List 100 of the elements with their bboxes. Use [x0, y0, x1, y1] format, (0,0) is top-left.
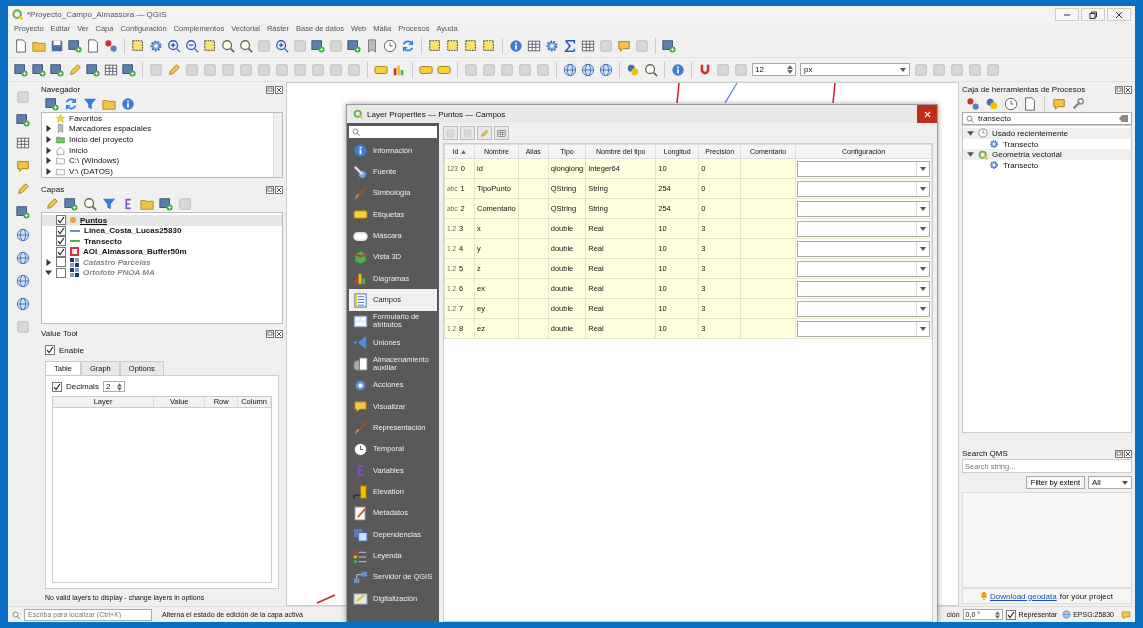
browser-item[interactable]: Favoritos — [69, 113, 102, 123]
close-icon[interactable] — [1115, 10, 1123, 19]
caret-icon[interactable] — [920, 246, 926, 251]
checkbox[interactable] — [1005, 609, 1016, 620]
restore-button[interactable] — [1081, 8, 1105, 21]
star-icon[interactable] — [56, 113, 65, 123]
globe-icon[interactable] — [16, 297, 30, 311]
layer-add-icon[interactable] — [45, 96, 59, 111]
float-icon[interactable] — [266, 85, 274, 94]
caret-icon[interactable] — [920, 266, 926, 271]
layer-add-icon[interactable] — [122, 62, 136, 77]
caret-icon[interactable] — [920, 306, 926, 311]
magnifier-icon[interactable] — [239, 38, 253, 53]
layer-add-icon[interactable] — [50, 62, 64, 77]
collapse-arrow-icon[interactable] — [45, 269, 52, 277]
table-icon[interactable] — [16, 136, 30, 150]
layer-add-icon[interactable] — [16, 113, 30, 127]
caret-icon[interactable] — [920, 206, 926, 211]
checkbox[interactable] — [56, 267, 66, 278]
sort-arrow-icon[interactable] — [461, 149, 467, 154]
checkbox[interactable] — [45, 345, 55, 355]
browser-item[interactable]: C:\ (Windows) — [69, 156, 120, 166]
magnet-icon[interactable] — [698, 62, 712, 77]
expand-arrow-icon[interactable] — [45, 167, 52, 175]
table-icon[interactable] — [527, 38, 541, 53]
caret-icon[interactable] — [920, 286, 926, 291]
layer-add-icon[interactable] — [347, 38, 361, 53]
filter-icon[interactable] — [102, 196, 116, 211]
layer-add-icon[interactable] — [159, 196, 173, 211]
globe-icon[interactable] — [563, 62, 577, 77]
refresh-icon[interactable] — [64, 96, 78, 111]
refresh-icon[interactable] — [401, 38, 415, 53]
info-icon[interactable] — [121, 96, 135, 111]
zoom-in-icon[interactable] — [275, 38, 289, 53]
checkbox[interactable] — [56, 215, 66, 226]
close-icon[interactable] — [275, 85, 283, 94]
layer-row[interactable]: Catastro Parcelas — [42, 257, 282, 268]
expand-arrow-icon[interactable] — [45, 146, 52, 154]
zoom-out-icon[interactable] — [185, 38, 199, 53]
spin-arrows-icon[interactable] — [116, 382, 122, 391]
checkbox[interactable] — [56, 257, 66, 268]
info-icon[interactable] — [671, 62, 685, 77]
size-field[interactable]: 12 — [752, 63, 796, 76]
layer-add-icon[interactable] — [86, 62, 100, 77]
selection-icon[interactable] — [482, 38, 496, 53]
speech-bubble-icon[interactable] — [16, 159, 30, 173]
clock-icon[interactable] — [383, 38, 397, 53]
caret-icon[interactable] — [920, 326, 926, 331]
clear-icon[interactable] — [1119, 115, 1128, 122]
expand-arrow-icon[interactable] — [45, 258, 52, 266]
globe-icon[interactable] — [581, 62, 595, 77]
document-icon[interactable] — [1023, 96, 1037, 111]
selection-icon[interactable] — [131, 38, 145, 53]
checkbox[interactable] — [56, 236, 66, 247]
caret-icon[interactable] — [920, 226, 926, 231]
document-icon[interactable] — [14, 38, 28, 53]
browser-item[interactable]: Marcadores espaciales — [69, 124, 152, 134]
bookmark-icon[interactable] — [365, 38, 379, 53]
expand-arrow-icon[interactable] — [45, 157, 52, 165]
selection-icon[interactable] — [203, 38, 217, 53]
globe-icon[interactable] — [16, 251, 30, 265]
caret-icon[interactable] — [1122, 480, 1128, 485]
layer-add-icon[interactable] — [311, 38, 325, 53]
selection-icon[interactable] — [446, 38, 460, 53]
globe-icon[interactable] — [16, 274, 30, 288]
table-icon[interactable] — [104, 62, 118, 77]
close-icon[interactable] — [1124, 449, 1132, 458]
table-icon[interactable] — [581, 38, 595, 53]
tree-item[interactable]: Transecto — [1003, 160, 1039, 170]
checkbox[interactable] — [56, 246, 66, 257]
unit-dropdown[interactable]: px — [800, 63, 910, 76]
close-icon[interactable] — [275, 329, 283, 338]
caret-icon[interactable] — [900, 67, 906, 72]
tree-item[interactable]: Transecto — [1003, 139, 1039, 149]
globe-icon[interactable] — [599, 62, 613, 77]
collapse-arrow-icon[interactable] — [967, 151, 974, 159]
float-icon[interactable] — [266, 185, 274, 194]
close-button[interactable] — [1107, 8, 1131, 21]
zoom-in-icon[interactable] — [167, 38, 181, 53]
checkbox[interactable] — [56, 225, 66, 236]
wrench-icon[interactable] — [1071, 96, 1085, 111]
globe-icon[interactable] — [1062, 610, 1072, 619]
layer-row[interactable]: Transecto — [42, 236, 282, 247]
checkbox[interactable] — [52, 381, 62, 392]
browser-item[interactable]: V:\ (DATOS) — [69, 166, 113, 176]
float-icon[interactable] — [266, 329, 274, 338]
caret-icon[interactable] — [920, 186, 926, 191]
layer-row[interactable]: Ortofoto PNOA MA — [42, 267, 282, 278]
project-folder-icon[interactable] — [56, 135, 65, 144]
speech-bubble-icon[interactable] — [1121, 609, 1131, 620]
close-button[interactable] — [917, 105, 937, 123]
decimals-spinbox[interactable]: 2 — [102, 381, 125, 392]
layer-add-icon[interactable] — [16, 205, 30, 219]
search-field[interactable] — [349, 126, 437, 138]
gear-icon[interactable] — [545, 38, 559, 53]
caret-icon[interactable] — [920, 166, 926, 171]
scrollbar[interactable] — [273, 113, 282, 177]
document-icon[interactable] — [86, 38, 100, 53]
float-icon[interactable] — [1115, 449, 1123, 458]
collapse-arrow-icon[interactable] — [967, 129, 974, 137]
